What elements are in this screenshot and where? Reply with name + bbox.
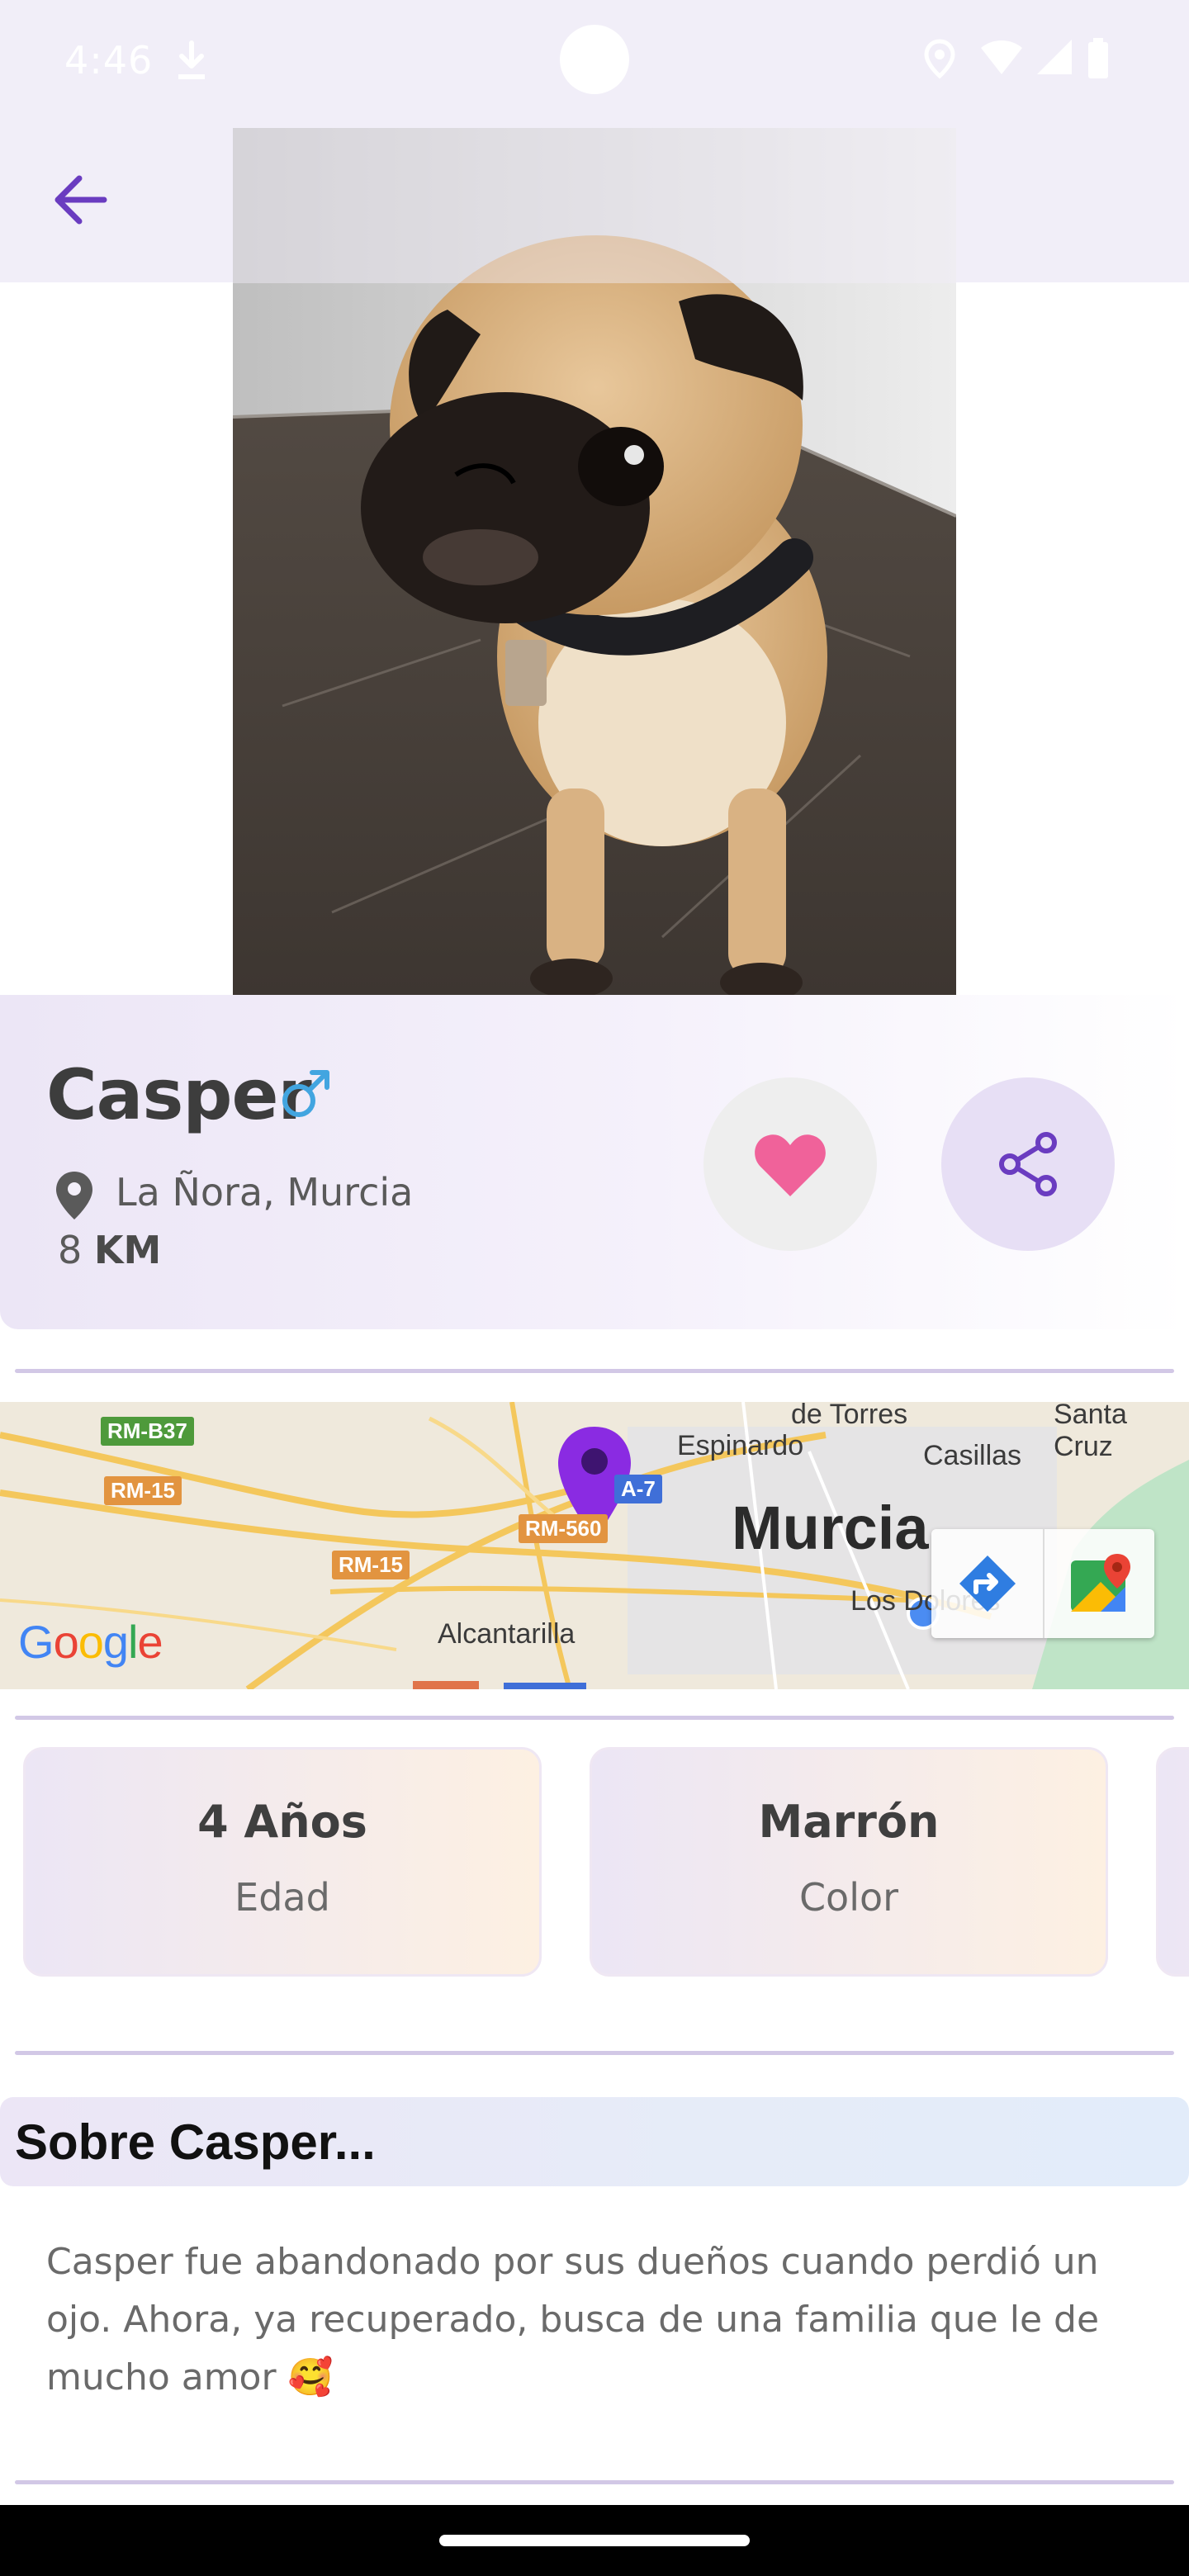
road-badge-rm-560: RM-560 <box>519 1514 609 1543</box>
stat-card-color: Marrón Color <box>590 1747 1108 1977</box>
home-gesture-handle[interactable] <box>439 2535 750 2546</box>
app-bar-overlay <box>233 128 956 283</box>
back-button[interactable] <box>40 159 122 241</box>
map-label-murcia: Murcia <box>732 1494 929 1562</box>
status-bar: 4:46 <box>0 0 1189 124</box>
road-badge-rm-b37: RM-B37 <box>101 1417 194 1446</box>
heart-icon <box>755 1134 826 1196</box>
male-symbol-icon <box>279 1068 332 1124</box>
download-icon <box>173 40 210 84</box>
section-divider <box>15 1716 1174 1720</box>
favorite-button[interactable] <box>703 1077 877 1251</box>
signal-icon <box>1035 38 1073 79</box>
pet-name: Casper <box>46 1054 312 1135</box>
map-label-alcantarilla: Alcantarilla <box>438 1618 576 1650</box>
map-label-casillas: Casillas <box>923 1440 1022 1471</box>
share-icon <box>999 1132 1057 1196</box>
location-pin-icon <box>54 1170 94 1224</box>
section-divider <box>15 1369 1174 1373</box>
distance-unit: KM <box>93 1228 162 1272</box>
about-section-header: Sobre Casper... <box>0 2097 1189 2186</box>
wifi-icon <box>979 38 1024 79</box>
map-label-de-torres: de Torres <box>791 1402 908 1430</box>
pet-info-card: Casper La Ñora, Murcia 8 KM <box>0 995 1189 1329</box>
road-badge-rm-15: RM-15 <box>104 1476 182 1505</box>
pet-distance: 8 KM <box>58 1228 161 1272</box>
status-time: 4:46 <box>64 38 154 83</box>
map-label-espinardo: Espinardo <box>677 1430 804 1461</box>
arrow-left-icon <box>54 175 107 225</box>
google-maps-icon <box>1070 1554 1130 1612</box>
about-description: Casper fue abandonado por sus dueños cua… <box>46 2241 1100 2398</box>
road-badge-rm-15: RM-15 <box>332 1551 410 1579</box>
share-button[interactable] <box>941 1077 1115 1251</box>
pet-photo <box>233 128 956 995</box>
open-google-maps-button[interactable] <box>1043 1529 1156 1638</box>
google-logo: Google <box>18 1616 163 1668</box>
stat-value: 4 Años <box>197 1796 367 1848</box>
stat-label: Color <box>798 1875 899 1920</box>
pet-location: La Ñora, Murcia <box>116 1170 414 1215</box>
stat-card-age: 4 Años Edad <box>23 1747 542 1977</box>
directions-icon <box>959 1556 1016 1612</box>
road-badge-a7: A-7 <box>614 1475 662 1503</box>
about-title: Sobre Casper... <box>15 2114 376 2170</box>
map-actions <box>931 1529 1154 1638</box>
battery-icon <box>1087 38 1110 83</box>
section-divider <box>15 2480 1174 2484</box>
section-divider <box>15 2051 1174 2055</box>
system-navigation-bar <box>0 2505 1189 2576</box>
camera-cutout <box>560 25 629 94</box>
location-icon <box>923 38 956 83</box>
directions-button[interactable] <box>931 1529 1043 1638</box>
distance-value: 8 <box>58 1228 83 1272</box>
pet-stats-row: 4 Años Edad Marrón Color <box>0 1747 1189 1982</box>
stat-card-partial <box>1156 1747 1189 1977</box>
stat-label: Edad <box>234 1875 330 1920</box>
stat-value: Marrón <box>758 1796 940 1848</box>
map-label-santa-cruz: Santa Cruz <box>1054 1402 1127 1462</box>
location-map[interactable]: de Torres Santa Cruz Espinardo Casillas … <box>0 1402 1189 1689</box>
